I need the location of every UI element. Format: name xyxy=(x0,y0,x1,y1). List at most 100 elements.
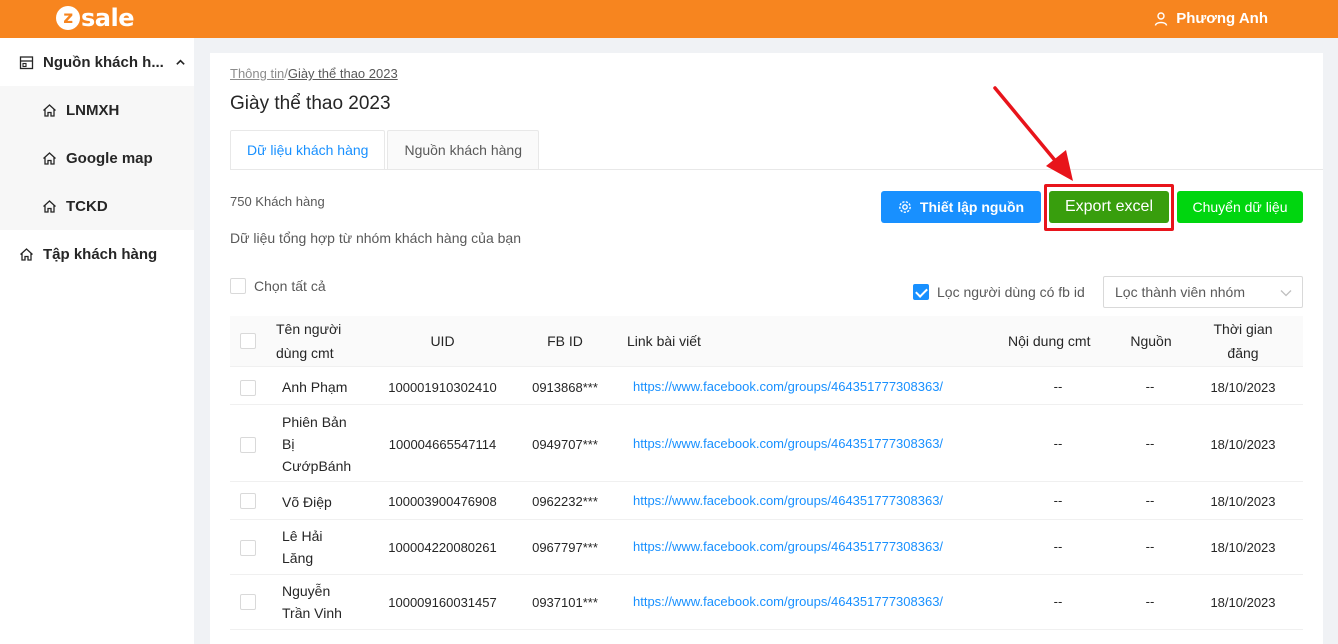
home-icon xyxy=(43,151,56,165)
row-checkbox[interactable] xyxy=(240,493,256,509)
cell-comment: -- xyxy=(1053,436,1063,451)
cell-comment: -- xyxy=(1053,539,1063,554)
cell-post-link[interactable]: https://www.facebook.com/groups/46435177… xyxy=(633,436,943,451)
row-checkbox[interactable] xyxy=(240,437,256,453)
column-header-link: Link bài viết xyxy=(627,333,701,349)
table-row: Phiên Bản Bị CướpBánh 100004665547114 09… xyxy=(230,405,1303,482)
fb-id-filter-checkbox[interactable] xyxy=(913,284,929,300)
table-row: Nguyễn Trần Vinh 100009160031457 0937101… xyxy=(230,575,1303,630)
store-icon xyxy=(19,55,34,69)
home-icon xyxy=(20,247,33,261)
header-checkbox[interactable] xyxy=(240,333,256,349)
sidebar-item-label: LNMXH xyxy=(66,101,120,119)
sidebar-item-customer-source[interactable]: Nguồn khách h... xyxy=(0,38,194,86)
cell-time: 18/10/2023 xyxy=(1210,494,1276,509)
table-row: Võ Điệp 100003900476908 0962232*** https… xyxy=(230,482,1303,520)
sidebar-item-customer-set[interactable]: Tập khách hàng xyxy=(0,230,194,278)
sidebar-item-lnmxh[interactable]: LNMXH xyxy=(0,86,194,134)
user-menu[interactable]: Phương Anh xyxy=(1154,10,1268,27)
cell-source: -- xyxy=(1145,539,1155,554)
cell-uid: 100004220080261 xyxy=(388,540,497,555)
home-icon xyxy=(43,103,56,117)
column-header-fb-id: FB ID xyxy=(547,333,583,349)
cell-comment: -- xyxy=(1053,493,1063,508)
cell-comment: -- xyxy=(1053,594,1063,609)
cell-comment: -- xyxy=(1053,379,1063,394)
cell-post-link[interactable]: https://www.facebook.com/groups/46435177… xyxy=(633,539,943,554)
tab-customer-data[interactable]: Dữ liệu khách hàng xyxy=(230,130,386,170)
setup-source-label: Thiết lập nguồn xyxy=(919,199,1025,215)
column-header-uid: UID xyxy=(430,333,455,349)
cell-time: 18/10/2023 xyxy=(1210,540,1276,555)
sidebar-item-label: TCKD xyxy=(66,197,108,215)
column-header-name: Tên người dùng cmt xyxy=(276,321,342,361)
user-name: Phương Anh xyxy=(1176,10,1268,27)
sidebar-item-label: Google map xyxy=(66,149,153,167)
cell-name: Võ Điệp xyxy=(282,494,332,510)
setup-source-button[interactable]: Thiết lập nguồn xyxy=(881,191,1041,223)
cell-fb-id: 0913868*** xyxy=(532,380,598,395)
app-logo[interactable]: z sale xyxy=(56,4,134,32)
column-header-source: Nguồn xyxy=(1130,333,1172,349)
top-bar: z sale Phương Anh xyxy=(0,0,1338,38)
breadcrumb: Thông tin/Giày thể thao 2023 xyxy=(230,66,398,81)
breadcrumb-parent-link[interactable]: Thông tin xyxy=(230,66,284,81)
cell-post-link[interactable]: https://www.facebook.com/groups/46435177… xyxy=(633,379,943,394)
cell-post-link[interactable]: https://www.facebook.com/groups/46435177… xyxy=(633,493,943,508)
cell-name: Lê Hải Lăng xyxy=(282,528,323,566)
chevron-down-icon xyxy=(1280,290,1292,297)
cell-source: -- xyxy=(1145,594,1155,609)
cell-fb-id: 0967797*** xyxy=(532,540,598,555)
cell-uid: 100004665547114 xyxy=(388,437,497,452)
cell-source: -- xyxy=(1145,436,1155,451)
cell-time: 18/10/2023 xyxy=(1210,437,1276,452)
page-title: Giày thể thao 2023 xyxy=(230,93,391,114)
cell-fb-id: 0937101*** xyxy=(532,595,598,610)
group-member-select[interactable]: Lọc thành viên nhóm xyxy=(1103,276,1303,308)
cell-time: 18/10/2023 xyxy=(1210,380,1276,395)
home-icon xyxy=(43,199,56,213)
sidebar-item-google-map[interactable]: Google map xyxy=(0,134,194,182)
column-header-comment: Nội dung cmt xyxy=(1008,333,1091,349)
chevron-up-icon[interactable] xyxy=(175,57,186,68)
row-checkbox[interactable] xyxy=(240,540,256,556)
cell-fb-id: 0962232*** xyxy=(532,494,598,509)
tab-customer-source[interactable]: Nguồn khách hàng xyxy=(387,130,539,170)
cell-post-link[interactable]: https://www.facebook.com/groups/46435177… xyxy=(633,594,943,609)
select-all[interactable]: Chọn tất cả xyxy=(230,278,326,294)
column-header-time: Thời gian đăng xyxy=(1213,321,1273,361)
row-checkbox[interactable] xyxy=(240,594,256,610)
tab-bar: Dữ liệu khách hàng Nguồn khách hàng xyxy=(230,130,541,170)
group-member-select-value: Lọc thành viên nhóm xyxy=(1115,284,1245,300)
sidebar: Nguồn khách h... LNMXH Google map TCKD T… xyxy=(0,38,194,644)
cell-time: 18/10/2023 xyxy=(1210,595,1276,610)
main-content: Thông tin/Giày thể thao 2023 Giày thể th… xyxy=(210,53,1323,644)
table-row: Lê Hải Lăng 100004220080261 0967797*** h… xyxy=(230,520,1303,575)
cell-uid: 100003900476908 xyxy=(388,494,497,509)
cell-source: -- xyxy=(1145,493,1155,508)
highlight-box xyxy=(1044,184,1174,231)
customer-count: 750 Khách hàng xyxy=(230,194,325,209)
sidebar-item-label: Nguồn khách h... xyxy=(43,53,164,71)
cell-name: Nguyễn Trần Vinh xyxy=(282,583,342,621)
gear-icon xyxy=(898,201,911,213)
data-description: Dữ liệu tổng hợp từ nhóm khách hàng của … xyxy=(230,230,521,246)
move-data-button[interactable]: Chuyển dữ liệu xyxy=(1177,191,1303,223)
cell-source: -- xyxy=(1145,379,1155,394)
breadcrumb-current[interactable]: Giày thể thao 2023 xyxy=(288,66,398,81)
select-all-label: Chọn tất cả xyxy=(254,278,326,294)
user-icon xyxy=(1155,11,1168,26)
cell-uid: 100009160031457 xyxy=(388,595,497,610)
row-checkbox[interactable] xyxy=(240,380,256,396)
tab-divider xyxy=(230,169,1323,170)
fb-id-filter[interactable]: Lọc người dùng có fb id xyxy=(913,284,1085,300)
table-header: Tên người dùng cmt UID FB ID Link bài vi… xyxy=(230,316,1303,367)
cell-uid: 100001910302410 xyxy=(388,380,497,395)
cell-name: Anh Phạm xyxy=(282,379,348,395)
select-all-checkbox[interactable] xyxy=(230,278,246,294)
logo-text: sale xyxy=(81,4,134,32)
cell-fb-id: 0949707*** xyxy=(532,437,598,452)
cell-name: Phiên Bản Bị CướpBánh xyxy=(282,414,352,474)
sidebar-item-label: Tập khách hàng xyxy=(43,245,158,263)
sidebar-item-tckd[interactable]: TCKD xyxy=(0,182,194,230)
